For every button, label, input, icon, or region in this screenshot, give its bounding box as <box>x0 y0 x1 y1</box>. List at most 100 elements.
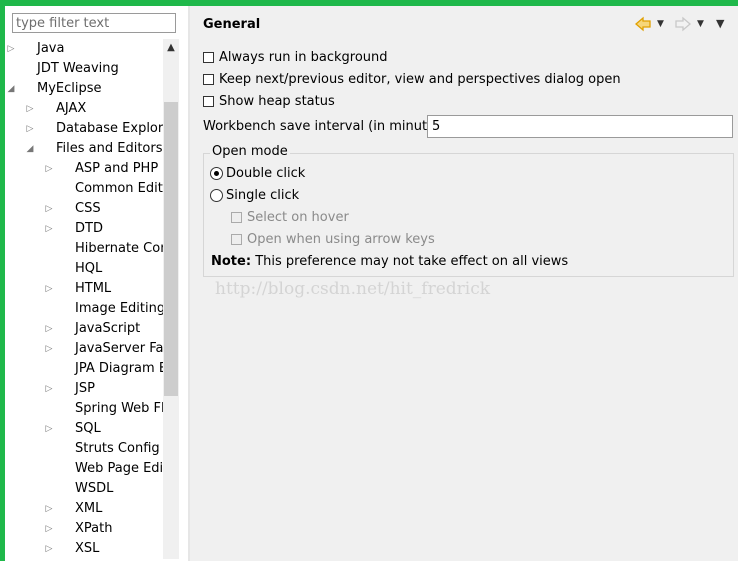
open-mode-title: Open mode <box>210 143 290 161</box>
select-on-hover-checkbox[interactable] <box>231 212 242 223</box>
preference-tree: ▷ Java JDT Weaving ◢ MyEclipse ▷ AJAX ▷ Database… <box>5 39 163 559</box>
tree-item-label: Struts Config <box>75 441 160 456</box>
collapsed-arrow-icon[interactable]: ▷ <box>43 519 55 539</box>
tree-item-label: AJAX <box>56 101 87 116</box>
open-arrow-keys-checkbox[interactable] <box>231 234 242 245</box>
tree-item[interactable]: Spring Web Flow <box>5 399 163 419</box>
tree-item-label: ASP and PHP <box>75 161 159 176</box>
keep-dialog-open-label: Keep next/previous editor, view and pers… <box>219 72 621 87</box>
tree-item[interactable]: ◢ Files and Editors <box>5 139 163 159</box>
forward-arrow-icon[interactable] <box>674 15 692 33</box>
tree-item[interactable]: ▷ JavaServer Faces <box>5 339 163 359</box>
tree-item-label: JavaServer Faces <box>75 341 163 356</box>
tree-item[interactable]: ▷ Java <box>5 39 163 59</box>
always-run-background-checkbox[interactable] <box>203 52 214 63</box>
tree-item-label: JSP <box>75 381 95 396</box>
collapsed-arrow-icon[interactable]: ▷ <box>43 419 55 439</box>
tree-item-label: WSDL <box>75 481 114 496</box>
collapsed-arrow-icon[interactable]: ▷ <box>5 39 17 59</box>
tree-item-label: XSL <box>75 541 100 556</box>
tree-item-label: Files and Editors <box>56 141 163 156</box>
tree-item-label: JPA Diagram Editor <box>75 361 163 376</box>
tree-item[interactable]: JPA Diagram Editor <box>5 359 163 379</box>
tree-item[interactable]: ▷ CSS <box>5 199 163 219</box>
save-interval-input[interactable] <box>427 115 733 138</box>
tree-item-label: SQL <box>75 421 101 436</box>
collapsed-arrow-icon[interactable]: ▷ <box>43 339 55 359</box>
tree-item-label: XPath <box>75 521 113 536</box>
tree-item[interactable]: Web Page Editor <box>5 459 163 479</box>
tree-item-label: HTML <box>75 281 112 296</box>
tree-item[interactable]: ▷ HTML <box>5 279 163 299</box>
tree-item[interactable]: Struts Config <box>5 439 163 459</box>
show-heap-status-checkbox[interactable] <box>203 96 214 107</box>
tree-item-label: HQL <box>75 261 103 276</box>
tree-item[interactable]: Common Editors <box>5 179 163 199</box>
double-click-label: Double click <box>226 166 306 181</box>
page-title: General <box>203 17 261 32</box>
expanded-arrow-icon[interactable]: ◢ <box>24 139 36 159</box>
tree-item[interactable]: Hibernate Config <box>5 239 163 259</box>
select-on-hover-label: Select on hover <box>247 210 349 225</box>
note-text: This preference may not take effect on a… <box>255 254 569 269</box>
collapsed-arrow-icon[interactable]: ▷ <box>43 219 55 239</box>
note-label: Note: <box>211 254 252 269</box>
double-click-radio[interactable] <box>210 167 223 180</box>
open-arrow-keys-label: Open when using arrow keys <box>247 232 435 247</box>
tree-item[interactable]: ▷ Database Explorer <box>5 119 163 139</box>
tree-item[interactable]: HQL <box>5 259 163 279</box>
tree-scrollbar[interactable]: ▲ <box>163 39 179 559</box>
tree-item[interactable]: ▷ DTD <box>5 219 163 239</box>
collapsed-arrow-icon[interactable]: ▷ <box>43 319 55 339</box>
collapsed-arrow-icon[interactable]: ▷ <box>43 199 55 219</box>
tree-item-label: Java <box>37 41 65 56</box>
tree-item[interactable]: ▷ JSP <box>5 379 163 399</box>
tree-item-label: DTD <box>75 221 103 236</box>
collapsed-arrow-icon[interactable]: ▷ <box>43 159 55 179</box>
tree-item[interactable]: ▷ JavaScript <box>5 319 163 339</box>
collapsed-arrow-icon[interactable]: ▷ <box>43 539 55 559</box>
tree-item-label: Spring Web Flow <box>75 401 163 416</box>
always-run-background-label: Always run in background <box>219 50 388 65</box>
collapsed-arrow-icon[interactable]: ▷ <box>43 499 55 519</box>
save-interval-label: Workbench save interval (in minutes): <box>203 119 452 134</box>
scrollbar-thumb[interactable] <box>164 102 178 396</box>
tree-item[interactable]: ◢ MyEclipse <box>5 79 163 99</box>
watermark-text: http://blog.csdn.net/hit_fredrick <box>215 279 491 299</box>
tree-item-label: XML <box>75 501 103 516</box>
view-menu-icon[interactable]: ▼ <box>716 15 724 33</box>
tree-item-label: Web Page Editor <box>75 461 163 476</box>
tree-item-label: Image Editing <box>75 301 163 316</box>
tree-item-label: Database Explorer <box>56 121 163 136</box>
preference-tree-panel: ▷JavaJDT Weaving◢MyEclipse▷AJAX▷Database… <box>5 6 188 561</box>
tree-item-label: JavaScript <box>75 321 141 336</box>
collapsed-arrow-icon[interactable]: ▷ <box>43 379 55 399</box>
tree-item[interactable]: ▷ SQL <box>5 419 163 439</box>
open-mode-note: Note: This preference may not take effec… <box>211 252 568 272</box>
scroll-up-icon[interactable]: ▲ <box>163 39 179 57</box>
show-heap-status-label: Show heap status <box>219 94 335 109</box>
tree-item[interactable]: ▷ XML <box>5 499 163 519</box>
expanded-arrow-icon[interactable]: ◢ <box>5 79 17 99</box>
tree-item[interactable]: ▷ XPath <box>5 519 163 539</box>
single-click-radio[interactable] <box>210 189 223 202</box>
filter-input[interactable] <box>12 13 176 33</box>
tree-item-label: Common Editors <box>75 181 163 196</box>
back-arrow-icon[interactable] <box>634 15 652 33</box>
tree-item-label: CSS <box>75 201 101 216</box>
keep-dialog-open-checkbox[interactable] <box>203 74 214 85</box>
forward-menu-chevron-icon[interactable]: ▼ <box>697 15 704 33</box>
tree-item-label: MyEclipse <box>37 81 102 96</box>
back-menu-chevron-icon[interactable]: ▼ <box>657 15 664 33</box>
collapsed-arrow-icon[interactable]: ▷ <box>24 119 36 139</box>
tree-item[interactable]: ▷ AJAX <box>5 99 163 119</box>
tree-item[interactable]: WSDL <box>5 479 163 499</box>
collapsed-arrow-icon[interactable]: ▷ <box>24 99 36 119</box>
tree-item-label: Hibernate Config <box>75 241 163 256</box>
collapsed-arrow-icon[interactable]: ▷ <box>43 279 55 299</box>
tree-item[interactable]: ▷ ASP and PHP <box>5 159 163 179</box>
tree-item[interactable]: ▷ XSL <box>5 539 163 559</box>
tree-item[interactable]: JDT Weaving <box>5 59 163 79</box>
tree-item[interactable]: Image Editing <box>5 299 163 319</box>
single-click-label: Single click <box>226 188 300 203</box>
